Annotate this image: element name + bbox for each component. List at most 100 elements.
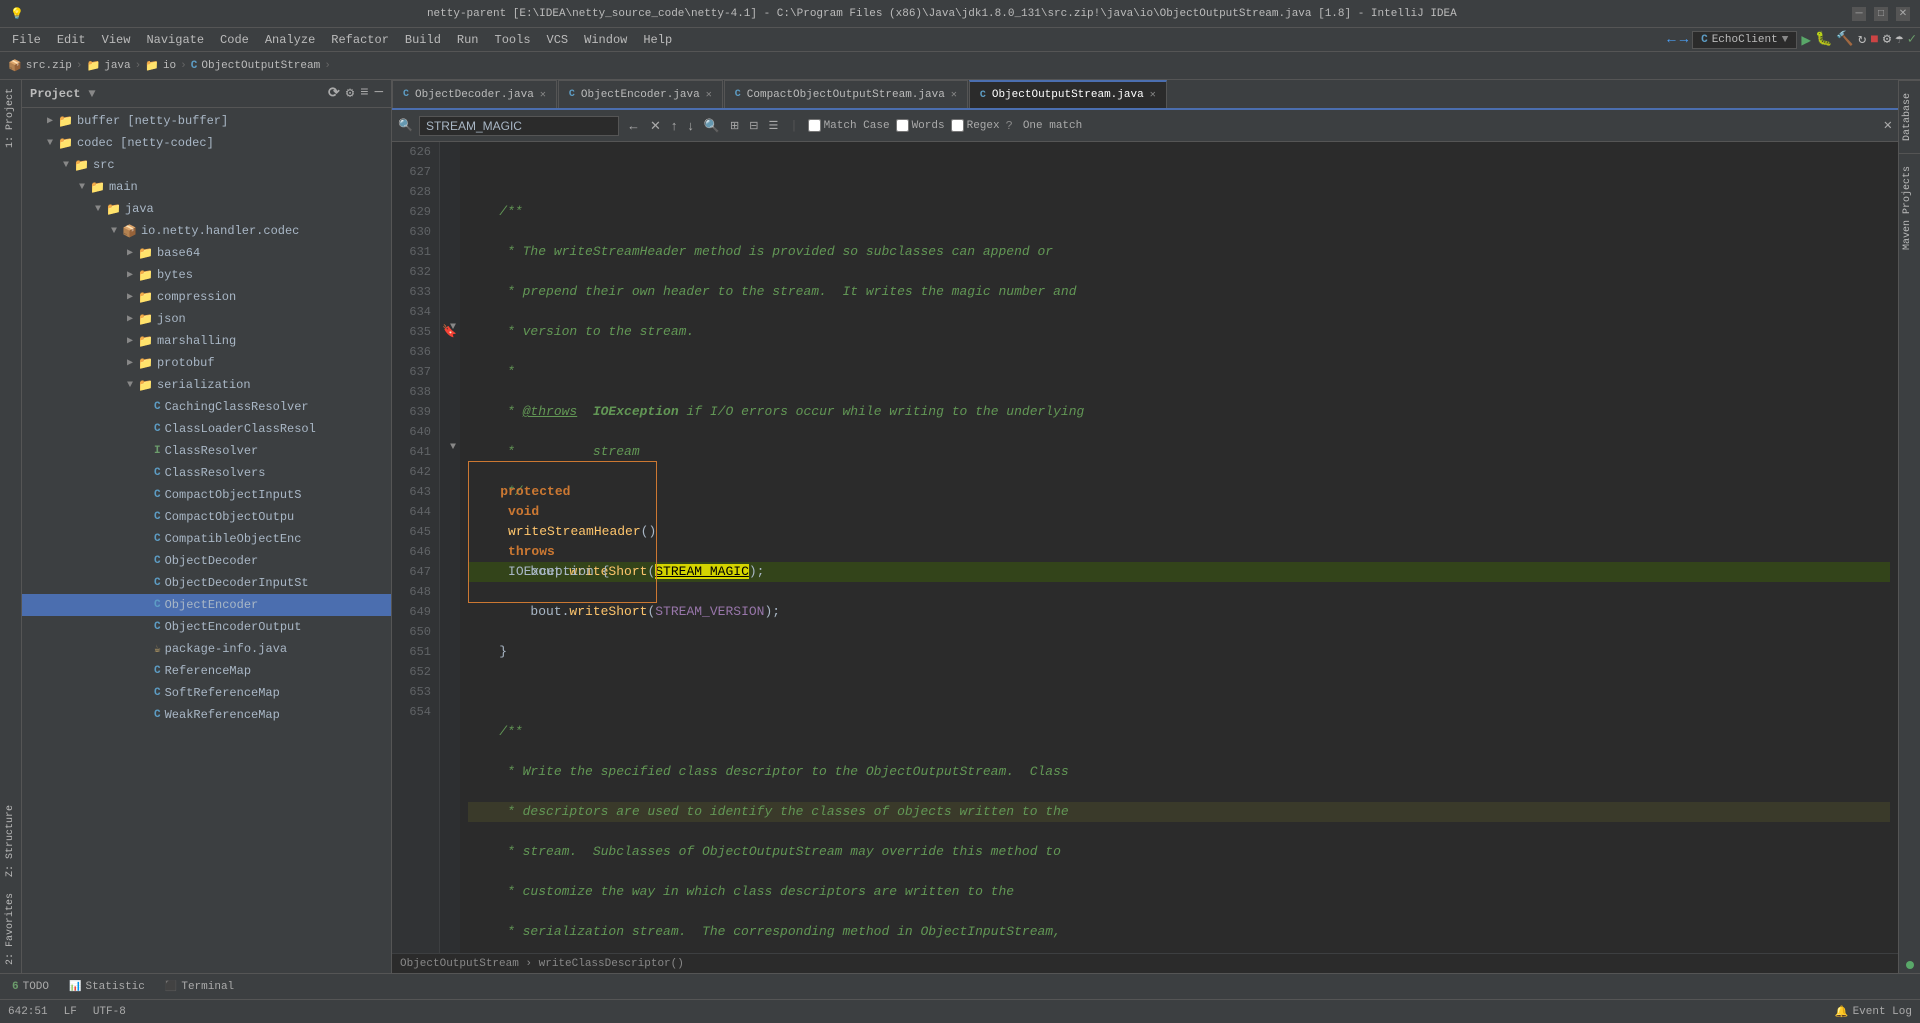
tree-item-CompactObjectInputS[interactable]: ▶ C CompactObjectInputS	[22, 484, 391, 506]
search-input[interactable]	[419, 116, 619, 136]
tree-item-ClassResolvers[interactable]: ▶ C ClassResolvers	[22, 462, 391, 484]
position-indicator[interactable]: 642:51	[8, 1006, 48, 1018]
profile-button[interactable]: ⚙	[1883, 31, 1891, 48]
project-minimize-icon[interactable]: ─	[375, 85, 383, 102]
tree-item-marshalling[interactable]: ▶ 📁 marshalling	[22, 330, 391, 352]
nav-back-icon[interactable]: ←	[1667, 32, 1675, 48]
tree-item-package[interactable]: ▼ 📦 io.netty.handler.codec	[22, 220, 391, 242]
maven-projects-tab[interactable]: Maven Projects	[1899, 153, 1920, 262]
menu-edit[interactable]: Edit	[49, 28, 94, 51]
tree-item-compression[interactable]: ▶ 📁 compression	[22, 286, 391, 308]
tree-item-ObjectEncoder[interactable]: ▶ C ObjectEncoder	[22, 594, 391, 616]
search-options-button[interactable]: ☰	[766, 117, 780, 134]
tree-item-serialization[interactable]: ▼ 📁 serialization	[22, 374, 391, 396]
tree-item-src[interactable]: ▼ 📁 src	[22, 154, 391, 176]
build-button[interactable]: 🔨	[1836, 31, 1853, 48]
menu-view[interactable]: View	[94, 28, 139, 51]
search-more-button[interactable]: ⊟	[747, 117, 760, 134]
update-button[interactable]: ↻	[1858, 31, 1866, 48]
tree-item-ObjectEncoderOutput[interactable]: ▶ C ObjectEncoderOutput	[22, 616, 391, 638]
menu-analyze[interactable]: Analyze	[257, 28, 323, 51]
regex-option[interactable]: Regex	[951, 119, 1000, 132]
event-log-button[interactable]: 🔔 Event Log	[1835, 1005, 1912, 1019]
tab-ObjectOutputStream[interactable]: C ObjectOutputStream.java ✕	[969, 80, 1167, 108]
tree-item-ReferenceMap[interactable]: ▶ C ReferenceMap	[22, 660, 391, 682]
breadcrumb-io[interactable]: io	[163, 60, 176, 72]
bottom-tab-statistic[interactable]: 📊 Statistic	[61, 976, 153, 998]
tree-item-codec[interactable]: ▼ 📁 codec [netty-codec]	[22, 132, 391, 154]
tree-item-CompatibleObjectEnc[interactable]: ▶ C CompatibleObjectEnc	[22, 528, 391, 550]
tree-item-CompactObjectOutpu[interactable]: ▶ C CompactObjectOutpu	[22, 506, 391, 528]
tab-CompactObjectOutputStream[interactable]: C CompactObjectOutputStream.java ✕	[724, 80, 968, 108]
tree-item-CachingClassResolver[interactable]: ▶ C CachingClassResolver	[22, 396, 391, 418]
tab-ObjectEncoder[interactable]: C ObjectEncoder.java ✕	[558, 80, 723, 108]
menu-build[interactable]: Build	[397, 28, 449, 51]
match-case-option[interactable]: Match Case	[808, 119, 890, 132]
regex-checkbox[interactable]	[951, 119, 964, 132]
tree-item-buffer[interactable]: ▶ 📁 buffer [netty-buffer]	[22, 110, 391, 132]
tree-item-main[interactable]: ▼ 📁 main	[22, 176, 391, 198]
tree-item-java[interactable]: ▼ 📁 java	[22, 198, 391, 220]
tree-item-ClassResolver[interactable]: ▶ I ClassResolver	[22, 440, 391, 462]
tab-close-icon[interactable]: ✕	[706, 89, 712, 101]
maximize-button[interactable]: □	[1874, 7, 1888, 21]
run-config-selector[interactable]: C EchoClient ▼	[1692, 31, 1797, 49]
debug-button[interactable]: 🐛	[1815, 31, 1832, 48]
search-find-button[interactable]: 🔍	[702, 116, 722, 136]
menu-navigate[interactable]: Navigate	[138, 28, 212, 51]
project-dropdown-icon[interactable]: ▼	[88, 87, 95, 101]
breadcrumb-src-zip[interactable]: src.zip	[26, 60, 72, 72]
tree-item-WeakReferenceMap[interactable]: ▶ C WeakReferenceMap	[22, 704, 391, 726]
search-filter-button[interactable]: ⊞	[728, 117, 741, 134]
tree-item-json[interactable]: ▶ 📁 json	[22, 308, 391, 330]
bottom-tab-todo[interactable]: 6 TODO	[4, 976, 57, 998]
run-button[interactable]: ▶	[1801, 30, 1811, 50]
menu-help[interactable]: Help	[635, 28, 680, 51]
nav-forward-icon[interactable]: →	[1680, 32, 1688, 48]
close-button[interactable]: ✕	[1896, 7, 1910, 21]
menu-refactor[interactable]: Refactor	[323, 28, 397, 51]
database-tab[interactable]: Database	[1899, 80, 1920, 153]
project-gear-icon[interactable]: ⚙	[346, 85, 354, 102]
tree-item-package-info[interactable]: ▶ ☕ package-info.java	[22, 638, 391, 660]
tree-item-protobuf[interactable]: ▶ 📁 protobuf	[22, 352, 391, 374]
favorites-tab[interactable]: 2: Favorites	[2, 885, 19, 973]
tree-item-SoftReferenceMap[interactable]: ▶ C SoftReferenceMap	[22, 682, 391, 704]
line-separator-indicator[interactable]: LF	[64, 1006, 77, 1018]
tree-item-bytes[interactable]: ▶ 📁 bytes	[22, 264, 391, 286]
tab-close-icon[interactable]: ✕	[1150, 89, 1156, 101]
tab-close-icon[interactable]: ✕	[540, 89, 546, 101]
stop-button[interactable]: ■	[1870, 32, 1878, 48]
tree-item-ObjectDecoderInputSt[interactable]: ▶ C ObjectDecoderInputSt	[22, 572, 391, 594]
coverage-button[interactable]: ☂	[1895, 31, 1903, 48]
bottom-tab-terminal[interactable]: ⬛ Terminal	[157, 976, 242, 998]
code-content[interactable]: 626 627 628 629 630 631 632 633 634 635 …	[392, 142, 1898, 953]
tree-item-ClassLoaderClassResol[interactable]: ▶ C ClassLoaderClassResol	[22, 418, 391, 440]
project-sync-icon[interactable]: ⟳	[328, 85, 340, 102]
tree-item-base64[interactable]: ▶ 📁 base64	[22, 242, 391, 264]
search-prev-button[interactable]: ←	[625, 116, 642, 135]
tab-ObjectDecoder[interactable]: C ObjectDecoder.java ✕	[392, 80, 557, 108]
encoding-indicator[interactable]: UTF-8	[93, 1006, 126, 1018]
words-option[interactable]: Words	[896, 119, 945, 132]
search-up-button[interactable]: ↑	[669, 116, 680, 135]
minimize-button[interactable]: ─	[1852, 7, 1866, 21]
code-editor[interactable]: /** * The writeStreamHeader method is pr…	[460, 142, 1898, 953]
menu-code[interactable]: Code	[212, 28, 257, 51]
help-icon[interactable]: ?	[1006, 119, 1013, 133]
match-case-checkbox[interactable]	[808, 119, 821, 132]
project-panel-tab[interactable]: 1: Project	[2, 80, 19, 156]
tree-item-ObjectDecoder[interactable]: ▶ C ObjectDecoder	[22, 550, 391, 572]
menu-file[interactable]: File	[4, 28, 49, 51]
menu-tools[interactable]: Tools	[487, 28, 539, 51]
menu-run[interactable]: Run	[449, 28, 487, 51]
tab-close-icon[interactable]: ✕	[951, 89, 957, 101]
structure-tab[interactable]: Z: Structure	[2, 797, 19, 885]
project-settings-icon[interactable]: ≡	[360, 85, 368, 102]
breadcrumb-class[interactable]: ObjectOutputStream	[201, 60, 320, 72]
breadcrumb-java[interactable]: java	[104, 60, 130, 72]
search-close-button[interactable]: ✕	[1884, 117, 1892, 134]
words-checkbox[interactable]	[896, 119, 909, 132]
menu-window[interactable]: Window	[576, 28, 635, 51]
search-down-button[interactable]: ↓	[685, 116, 696, 135]
